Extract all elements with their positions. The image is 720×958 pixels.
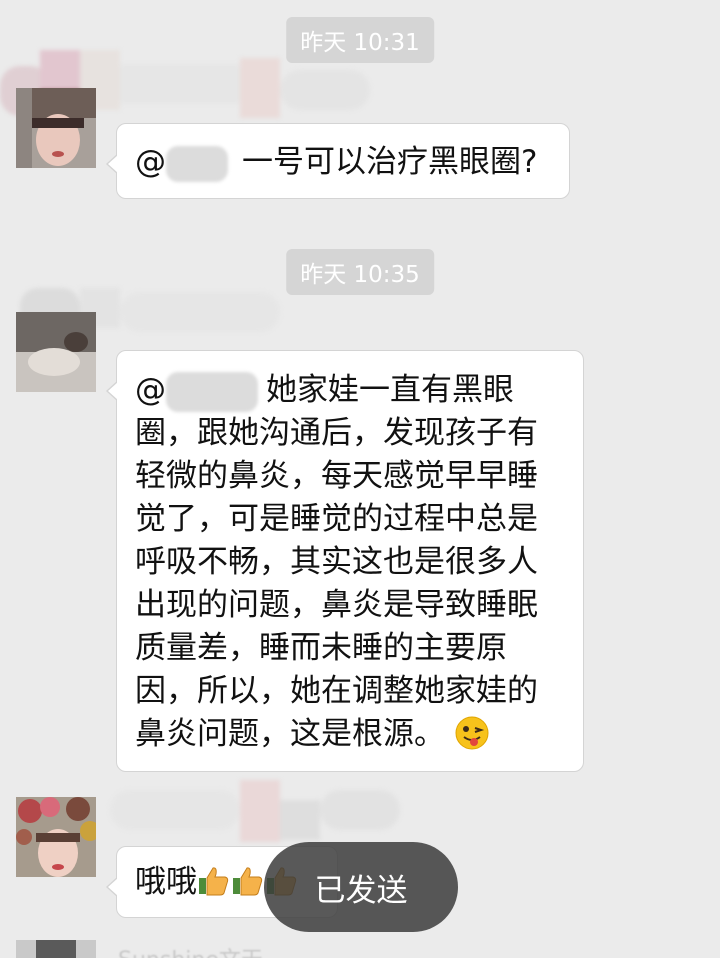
message-bubble[interactable]: @ 一号可以治疗黑眼圈? [106,123,570,199]
message-line: 轻微的鼻炎，每天感觉早早睡 [135,458,538,494]
message-line: 呼吸不畅，其实这也是很多人 [135,544,538,580]
avatar[interactable] [16,312,96,392]
sender-name: Sunshine文天 [118,942,263,958]
message-line: 她家娃一直有黑眼 [266,372,514,408]
avatar[interactable] [16,88,96,168]
message-line: 圈，跟她沟通后，发现孩子有 [135,415,538,451]
message-line: 出现的问题，鼻炎是导致睡眠 [135,587,538,623]
sender-name-blurred [110,780,410,842]
message-text: 一号可以治疗黑眼圈? [242,144,538,180]
avatar[interactable] [16,797,96,877]
thumbs-up-icon [233,867,263,896]
avatar[interactable] [16,940,96,958]
thumbs-up-icon [199,867,229,896]
avatar-image [16,940,96,958]
mention-name-blurred [166,371,258,412]
message-line: 质量差，睡而未睡的主要原 [135,630,507,666]
message-line: 鼻炎问题，这是根源。 [135,716,445,752]
avatar-image [16,312,96,392]
mention-at: @ [135,372,166,408]
mention-name-blurred [166,145,228,182]
message-line: 因，所以，她在调整她家娃的 [135,673,538,709]
chat-view: 昨天 10:31 @ 一号可以治疗黑眼圈? 昨天 10:35 @ 她家娃一直有黑… [0,0,720,958]
avatar-image [16,797,96,877]
winking-face-tongue-icon [455,716,489,750]
message-text: 哦哦 [135,864,197,900]
mention-at: @ [135,144,166,180]
message-line: 觉了，可是睡觉的过程中总是 [135,501,538,537]
sent-toast: 已发送 [264,842,458,932]
message-text: @ 她家娃一直有黑眼 圈，跟她沟通后，发现孩子有 轻微的鼻炎，每天感觉早早睡 觉了… [135,369,569,756]
avatar-image [16,88,96,168]
message-bubble[interactable]: @ 她家娃一直有黑眼 圈，跟她沟通后，发现孩子有 轻微的鼻炎，每天感觉早早睡 觉了… [106,350,584,772]
